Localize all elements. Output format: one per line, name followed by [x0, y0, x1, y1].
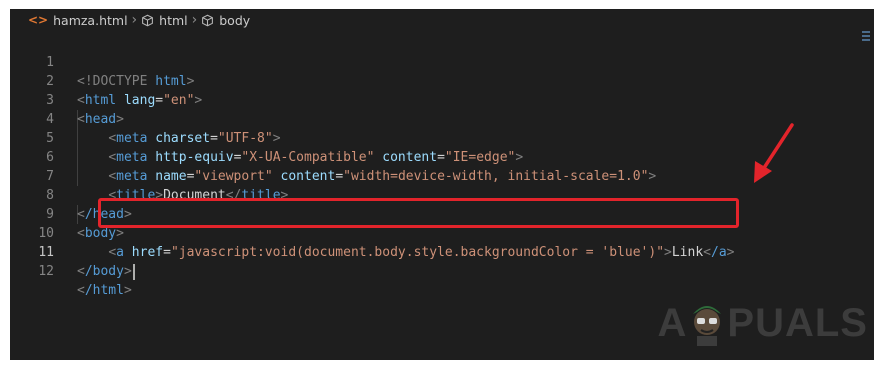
code-line[interactable]: 2 <html lang="en"> [10, 53, 874, 108]
code-line[interactable]: 3 <head> [10, 72, 874, 127]
cube-icon [142, 14, 154, 26]
watermark-text-right: PUALS [727, 300, 868, 345]
annotation-arrow-icon [754, 123, 794, 183]
mascot-icon [693, 306, 722, 346]
breadcrumb: <> hamza.html › html › body [10, 9, 874, 31]
breadcrumb-file[interactable]: <> hamza.html [28, 13, 128, 28]
annotation-highlight-box [98, 198, 739, 228]
breadcrumb-item-label: body [219, 12, 251, 28]
code-line[interactable]: 4 <meta charset="UTF-8"> [10, 91, 874, 146]
text-cursor [132, 263, 135, 280]
chevron-right-icon: › [131, 12, 138, 28]
breadcrumb-item-label: html [159, 12, 188, 28]
breadcrumb-item-body[interactable]: body [201, 13, 250, 28]
appuals-watermark-logo: A PUALS [658, 300, 868, 346]
html-file-icon: <> [28, 13, 49, 27]
code-line[interactable]: 12 </html> [10, 243, 874, 298]
code-line[interactable]: 1 <!DOCTYPE html> [10, 34, 874, 89]
watermark-text-left: A [657, 300, 688, 345]
editor-window: <> hamza.html › html › body 1 <!DOCTYPE … [10, 9, 874, 360]
chevron-right-icon: › [191, 12, 198, 28]
breadcrumb-item-html[interactable]: html [141, 12, 188, 28]
line-number: 12 [38, 264, 54, 279]
cube-icon [202, 14, 214, 26]
token-tag: /html [84, 283, 124, 298]
token-tag: /body [84, 264, 124, 279]
breadcrumb-file-label: hamza.html [53, 12, 128, 28]
